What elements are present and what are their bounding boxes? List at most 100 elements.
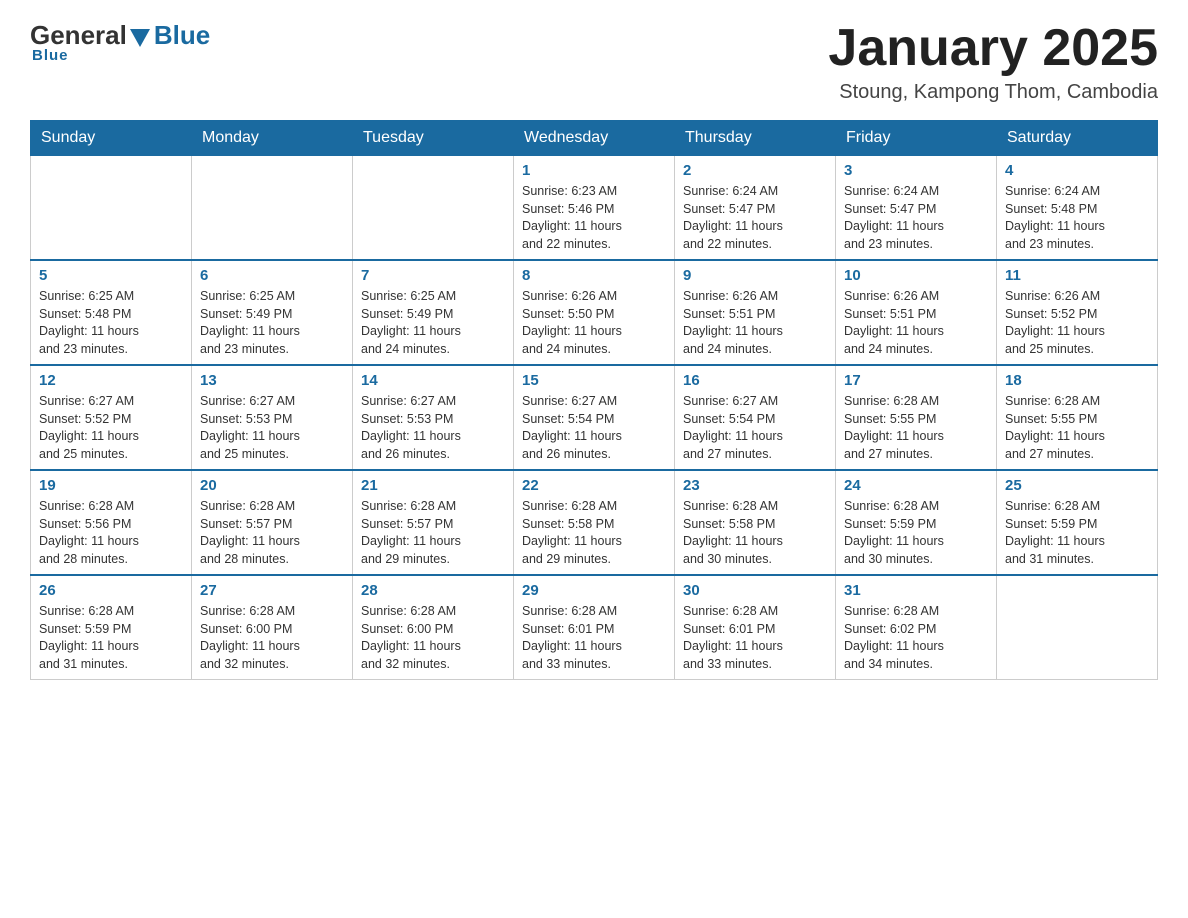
calendar-week-row: 19 Sunrise: 6:28 AM Sunset: 5:56 PM Dayli…	[31, 470, 1158, 575]
calendar-cell: 18Sunrise: 6:28 AM Sunset: 5:55 PM Dayli…	[997, 365, 1158, 470]
day-number: 13	[200, 372, 344, 389]
calendar-week-row: 12 Sunrise: 6:27 AM Sunset: 5:52 PM Dayli…	[31, 365, 1158, 470]
weekday-header-row: SundayMondayTuesdayWednesdayThursdayFrid…	[31, 121, 1158, 156]
day-info: Sunrise: 6:28 AM Sunset: 5:59 PM Dayligh…	[39, 603, 183, 673]
day-info: Sunrise: 6:26 AM Sunset: 5:51 PM Dayligh…	[844, 288, 988, 358]
calendar-week-row: 5Sunrise: 6:25 AM Sunset: 5:48 PM Daylig…	[31, 260, 1158, 365]
day-info: Sunrise: 6:24 AM Sunset: 5:48 PM Dayligh…	[1005, 183, 1149, 253]
calendar-cell: 5Sunrise: 6:25 AM Sunset: 5:48 PM Daylig…	[31, 260, 192, 365]
day-number: 24	[844, 477, 988, 494]
calendar-cell: 31Sunrise: 6:28 AM Sunset: 6:02 PM Dayli…	[836, 575, 997, 680]
day-info: Sunrise: 6:28 AM Sunset: 5:59 PM Dayligh…	[844, 498, 988, 568]
calendar-cell: 26 Sunrise: 6:28 AM Sunset: 5:59 PM Dayli…	[31, 575, 192, 680]
day-info: Sunrise: 6:27 AM Sunset: 5:52 PM Dayligh…	[39, 393, 183, 463]
day-number: 30	[683, 582, 827, 599]
calendar-cell: 25 Sunrise: 6:28 AM Sunset: 5:59 PM Dayli…	[997, 470, 1158, 575]
day-info: Sunrise: 6:25 AM Sunset: 5:48 PM Dayligh…	[39, 288, 183, 358]
day-number: 4	[1005, 162, 1149, 179]
day-number: 20	[200, 477, 344, 494]
day-number: 14	[361, 372, 505, 389]
weekday-header-sunday: Sunday	[31, 121, 192, 156]
logo-tagline: Blue	[32, 47, 69, 64]
day-info: Sunrise: 6:26 AM Sunset: 5:50 PM Dayligh…	[522, 288, 666, 358]
calendar-subtitle: Stoung, Kampong Thom, Cambodia	[828, 81, 1158, 104]
calendar-cell: 11 Sunrise: 6:26 AM Sunset: 5:52 PM Dayli…	[997, 260, 1158, 365]
day-info: Sunrise: 6:27 AM Sunset: 5:53 PM Dayligh…	[361, 393, 505, 463]
weekday-header-friday: Friday	[836, 121, 997, 156]
day-info: Sunrise: 6:28 AM Sunset: 6:00 PM Dayligh…	[200, 603, 344, 673]
day-info: Sunrise: 6:28 AM Sunset: 5:57 PM Dayligh…	[361, 498, 505, 568]
day-number: 2	[683, 162, 827, 179]
weekday-header-wednesday: Wednesday	[514, 121, 675, 156]
day-number: 19	[39, 477, 183, 494]
day-info: Sunrise: 6:25 AM Sunset: 5:49 PM Dayligh…	[200, 288, 344, 358]
day-info: Sunrise: 6:24 AM Sunset: 5:47 PM Dayligh…	[683, 183, 827, 253]
day-info: Sunrise: 6:28 AM Sunset: 5:58 PM Dayligh…	[522, 498, 666, 568]
day-number: 17	[844, 372, 988, 389]
calendar-cell: 6Sunrise: 6:25 AM Sunset: 5:49 PM Daylig…	[192, 260, 353, 365]
calendar-cell: 13 Sunrise: 6:27 AM Sunset: 5:53 PM Dayli…	[192, 365, 353, 470]
day-info: Sunrise: 6:28 AM Sunset: 6:01 PM Dayligh…	[522, 603, 666, 673]
day-info: Sunrise: 6:28 AM Sunset: 5:55 PM Dayligh…	[1005, 393, 1149, 463]
calendar-cell: 19 Sunrise: 6:28 AM Sunset: 5:56 PM Dayli…	[31, 470, 192, 575]
day-number: 22	[522, 477, 666, 494]
calendar-header: SundayMondayTuesdayWednesdayThursdayFrid…	[31, 121, 1158, 156]
calendar-cell	[192, 156, 353, 261]
logo-arrow-icon	[130, 29, 150, 47]
calendar-cell: 7 Sunrise: 6:25 AM Sunset: 5:49 PM Daylig…	[353, 260, 514, 365]
calendar-cell: 17 Sunrise: 6:28 AM Sunset: 5:55 PM Dayli…	[836, 365, 997, 470]
day-info: Sunrise: 6:28 AM Sunset: 5:58 PM Dayligh…	[683, 498, 827, 568]
page-header: General Blue Blue January 2025 Stoung, K…	[30, 20, 1158, 104]
calendar-cell: 24 Sunrise: 6:28 AM Sunset: 5:59 PM Dayli…	[836, 470, 997, 575]
day-info: Sunrise: 6:25 AM Sunset: 5:49 PM Dayligh…	[361, 288, 505, 358]
weekday-header-tuesday: Tuesday	[353, 121, 514, 156]
calendar-cell: 20 Sunrise: 6:28 AM Sunset: 5:57 PM Dayli…	[192, 470, 353, 575]
day-number: 26	[39, 582, 183, 599]
day-number: 21	[361, 477, 505, 494]
day-number: 25	[1005, 477, 1149, 494]
day-number: 27	[200, 582, 344, 599]
calendar-cell: 2 Sunrise: 6:24 AM Sunset: 5:47 PM Daylig…	[675, 156, 836, 261]
calendar-cell: 9 Sunrise: 6:26 AM Sunset: 5:51 PM Daylig…	[675, 260, 836, 365]
calendar-cell: 29 Sunrise: 6:28 AM Sunset: 6:01 PM Dayli…	[514, 575, 675, 680]
day-info: Sunrise: 6:27 AM Sunset: 5:53 PM Dayligh…	[200, 393, 344, 463]
calendar-cell: 14 Sunrise: 6:27 AM Sunset: 5:53 PM Dayli…	[353, 365, 514, 470]
calendar-title: January 2025	[828, 20, 1158, 77]
calendar-cell: 1 Sunrise: 6:23 AM Sunset: 5:46 PM Daylig…	[514, 156, 675, 261]
calendar-cell: 21 Sunrise: 6:28 AM Sunset: 5:57 PM Dayli…	[353, 470, 514, 575]
calendar-cell: 15 Sunrise: 6:27 AM Sunset: 5:54 PM Dayli…	[514, 365, 675, 470]
day-info: Sunrise: 6:27 AM Sunset: 5:54 PM Dayligh…	[683, 393, 827, 463]
calendar-week-row: 26 Sunrise: 6:28 AM Sunset: 5:59 PM Dayli…	[31, 575, 1158, 680]
day-info: Sunrise: 6:26 AM Sunset: 5:51 PM Dayligh…	[683, 288, 827, 358]
day-info: Sunrise: 6:28 AM Sunset: 6:00 PM Dayligh…	[361, 603, 505, 673]
logo-blue-text: Blue	[154, 20, 210, 51]
day-info: Sunrise: 6:28 AM Sunset: 5:56 PM Dayligh…	[39, 498, 183, 568]
day-info: Sunrise: 6:26 AM Sunset: 5:52 PM Dayligh…	[1005, 288, 1149, 358]
day-number: 7	[361, 267, 505, 284]
day-info: Sunrise: 6:28 AM Sunset: 5:59 PM Dayligh…	[1005, 498, 1149, 568]
day-number: 28	[361, 582, 505, 599]
day-info: Sunrise: 6:28 AM Sunset: 5:57 PM Dayligh…	[200, 498, 344, 568]
calendar-table: SundayMondayTuesdayWednesdayThursdayFrid…	[30, 120, 1158, 680]
weekday-header-saturday: Saturday	[997, 121, 1158, 156]
day-number: 11	[1005, 267, 1149, 284]
day-number: 3	[844, 162, 988, 179]
day-number: 12	[39, 372, 183, 389]
day-info: Sunrise: 6:23 AM Sunset: 5:46 PM Dayligh…	[522, 183, 666, 253]
calendar-cell: 22 Sunrise: 6:28 AM Sunset: 5:58 PM Dayli…	[514, 470, 675, 575]
calendar-cell: 28 Sunrise: 6:28 AM Sunset: 6:00 PM Dayli…	[353, 575, 514, 680]
day-info: Sunrise: 6:27 AM Sunset: 5:54 PM Dayligh…	[522, 393, 666, 463]
calendar-cell: 8Sunrise: 6:26 AM Sunset: 5:50 PM Daylig…	[514, 260, 675, 365]
logo: General Blue Blue	[30, 20, 210, 64]
calendar-cell	[997, 575, 1158, 680]
calendar-week-row: 1 Sunrise: 6:23 AM Sunset: 5:46 PM Daylig…	[31, 156, 1158, 261]
title-section: January 2025 Stoung, Kampong Thom, Cambo…	[828, 20, 1158, 104]
day-info: Sunrise: 6:28 AM Sunset: 6:02 PM Dayligh…	[844, 603, 988, 673]
day-number: 15	[522, 372, 666, 389]
day-number: 1	[522, 162, 666, 179]
day-number: 29	[522, 582, 666, 599]
day-number: 9	[683, 267, 827, 284]
calendar-body: 1 Sunrise: 6:23 AM Sunset: 5:46 PM Daylig…	[31, 156, 1158, 680]
calendar-cell: 30Sunrise: 6:28 AM Sunset: 6:01 PM Dayli…	[675, 575, 836, 680]
day-info: Sunrise: 6:28 AM Sunset: 5:55 PM Dayligh…	[844, 393, 988, 463]
